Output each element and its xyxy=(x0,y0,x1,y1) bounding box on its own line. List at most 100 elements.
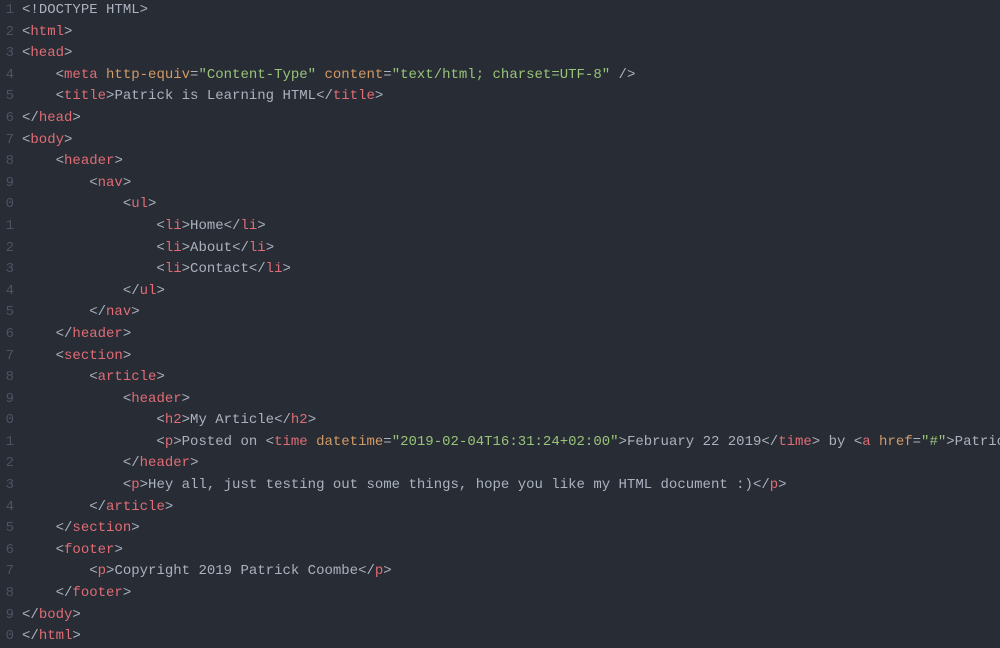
code-line[interactable]: <html> xyxy=(22,22,1000,44)
code-line[interactable]: <!DOCTYPE HTML> xyxy=(22,0,1000,22)
line-number: 3 xyxy=(0,475,14,497)
line-number: 8 xyxy=(0,367,14,389)
token-tag: body xyxy=(30,132,64,148)
token-gray: </ xyxy=(274,412,291,428)
token-tag: li xyxy=(165,240,182,256)
code-line[interactable]: <article> xyxy=(22,367,1000,389)
line-number: 2 xyxy=(0,22,14,44)
line-number: 4 xyxy=(0,497,14,519)
token-tag: meta xyxy=(64,67,98,83)
token-gray: </ xyxy=(232,240,249,256)
token-tag: time xyxy=(778,434,812,450)
code-line[interactable]: <title>Patrick is Learning HTML</title> xyxy=(22,86,1000,108)
code-line[interactable]: </header> xyxy=(22,453,1000,475)
token-tag: html xyxy=(30,24,64,40)
token-gray: </ xyxy=(89,304,106,320)
line-number: 6 xyxy=(0,540,14,562)
token-text: Copyright 2019 Patrick Coombe xyxy=(114,563,358,579)
token-gray: > xyxy=(257,218,265,234)
token-gray: </ xyxy=(224,218,241,234)
code-line[interactable]: <li>Contact</li> xyxy=(22,259,1000,281)
token-gray: </ xyxy=(56,326,73,342)
code-line[interactable]: </head> xyxy=(22,108,1000,130)
line-number: 7 xyxy=(0,561,14,583)
line-number: 1 xyxy=(0,0,14,22)
line-number: 8 xyxy=(0,151,14,173)
token-text: Patrick is Learning HTML xyxy=(114,88,316,104)
code-line[interactable]: <footer> xyxy=(22,540,1000,562)
token-tag: header xyxy=(64,153,114,169)
token-gray: = xyxy=(383,67,391,83)
token-tag: li xyxy=(249,240,266,256)
token-gray: > xyxy=(123,326,131,342)
token-val: "#" xyxy=(921,434,946,450)
token-gray: </ xyxy=(56,585,73,601)
token-tag: section xyxy=(64,348,123,364)
code-line[interactable]: <p>Posted on <time datetime="2019-02-04T… xyxy=(22,432,1000,454)
token-attr: content xyxy=(324,67,383,83)
code-line[interactable]: <li>Home</li> xyxy=(22,216,1000,238)
code-line[interactable]: <header> xyxy=(22,389,1000,411)
token-attr: href xyxy=(879,434,913,450)
token-gray: > xyxy=(182,240,190,256)
token-gray: > xyxy=(148,196,156,212)
code-line[interactable]: <h2>My Article</h2> xyxy=(22,410,1000,432)
token-gray: < xyxy=(56,67,64,83)
token-gray: </ xyxy=(22,607,39,623)
token-tag: p xyxy=(98,563,106,579)
token-tag: ul xyxy=(140,283,157,299)
token-val: "Content-Type" xyxy=(198,67,316,83)
token-gray: < xyxy=(156,240,164,256)
code-line[interactable]: <meta http-equiv="Content-Type" content=… xyxy=(22,65,1000,87)
token-gray: </ xyxy=(316,88,333,104)
code-line[interactable]: <ul> xyxy=(22,194,1000,216)
line-number: 5 xyxy=(0,302,14,324)
token-tag: p xyxy=(165,434,173,450)
code-line[interactable]: <header> xyxy=(22,151,1000,173)
code-line[interactable]: </body> xyxy=(22,605,1000,627)
code-line[interactable]: </section> xyxy=(22,518,1000,540)
token-tag: p xyxy=(131,477,139,493)
token-gray xyxy=(871,434,879,450)
code-line[interactable]: <nav> xyxy=(22,173,1000,195)
token-gray: > xyxy=(64,45,72,61)
line-number: 0 xyxy=(0,194,14,216)
code-line[interactable]: </html> xyxy=(22,626,1000,648)
token-val: "text/html; charset=UTF-8" xyxy=(392,67,610,83)
code-line[interactable]: </nav> xyxy=(22,302,1000,324)
code-line[interactable]: <p>Copyright 2019 Patrick Coombe</p> xyxy=(22,561,1000,583)
token-tag: footer xyxy=(72,585,122,601)
code-line[interactable]: </ul> xyxy=(22,281,1000,303)
token-tag: time xyxy=(274,434,308,450)
code-line[interactable]: <li>About</li> xyxy=(22,238,1000,260)
token-gray: > xyxy=(72,607,80,623)
token-gray: < xyxy=(156,218,164,234)
token-gray: > xyxy=(308,412,316,428)
code-line[interactable]: </footer> xyxy=(22,583,1000,605)
code-line[interactable]: <p>Hey all, just testing out some things… xyxy=(22,475,1000,497)
token-tag: nav xyxy=(98,175,123,191)
token-gray: > xyxy=(190,455,198,471)
token-tag: footer xyxy=(64,542,114,558)
code-area[interactable]: <!DOCTYPE HTML><html><head> <meta http-e… xyxy=(14,0,1000,648)
line-number: 1 xyxy=(0,216,14,238)
code-line[interactable]: <section> xyxy=(22,346,1000,368)
code-line[interactable]: </article> xyxy=(22,497,1000,519)
token-gray: > xyxy=(140,2,148,18)
code-line[interactable]: </header> xyxy=(22,324,1000,346)
token-gray: > xyxy=(173,434,181,450)
token-gray xyxy=(98,67,106,83)
code-line[interactable]: <head> xyxy=(22,43,1000,65)
line-number: 4 xyxy=(0,65,14,87)
token-gray: > xyxy=(131,304,139,320)
token-text: by xyxy=(820,434,854,450)
token-gray: > xyxy=(182,412,190,428)
token-gray: /> xyxy=(610,67,635,83)
token-attr: datetime xyxy=(316,434,383,450)
token-gray: < xyxy=(854,434,862,450)
code-line[interactable]: <body> xyxy=(22,130,1000,152)
code-editor[interactable]: 123456789012345678901234567890 <!DOCTYPE… xyxy=(0,0,1000,648)
token-tag: h2 xyxy=(165,412,182,428)
token-gray: > xyxy=(182,261,190,277)
token-tag: h2 xyxy=(291,412,308,428)
